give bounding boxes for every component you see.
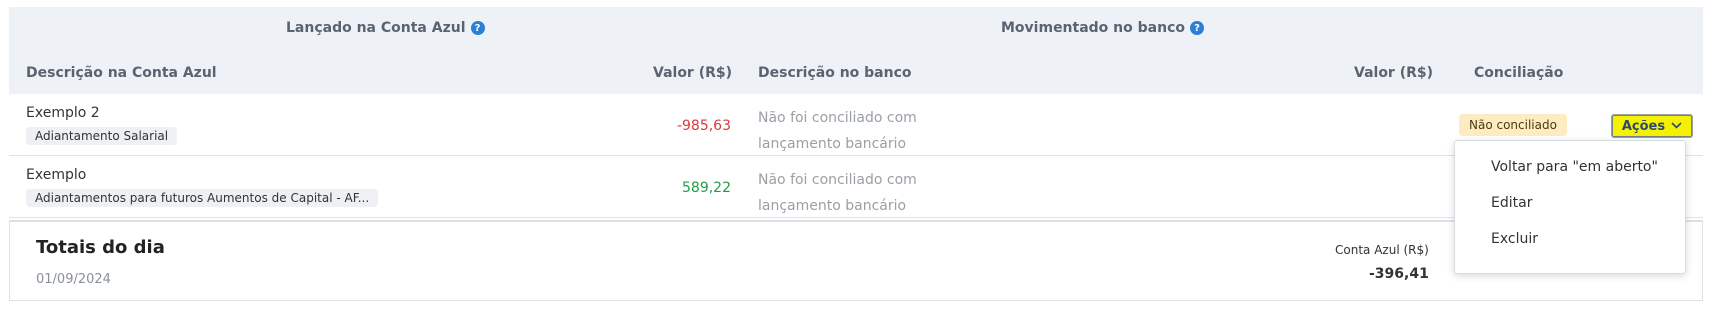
category-tag: Adiantamentos para futuros Aumentos de C… bbox=[26, 189, 379, 207]
category-tag: Adiantamento Salarial bbox=[26, 127, 178, 145]
bank-description: Não foi conciliado com lançamento bancár… bbox=[758, 110, 917, 152]
group-header: Lançado na Conta Azul ? Movimentado no b… bbox=[9, 7, 1703, 54]
totals-date: 01/09/2024 bbox=[36, 272, 111, 287]
menu-item-excluir[interactable]: Excluir bbox=[1491, 231, 1538, 247]
totals-title: Totais do dia bbox=[36, 237, 165, 258]
status-badge: Não conciliado bbox=[1459, 114, 1567, 136]
table-row[interactable]: Exemplo Adiantamentos para futuros Aumen… bbox=[9, 156, 1703, 218]
group-title-banco: Movimentado no banco ? bbox=[1001, 20, 1204, 36]
col-descricao-conta-azul[interactable]: Descrição na Conta Azul bbox=[26, 65, 217, 81]
row-title: Exemplo bbox=[26, 167, 87, 183]
table-row[interactable]: Exemplo 2 Adiantamento Salarial -985,63 … bbox=[9, 94, 1703, 156]
actions-button-label: Ações bbox=[1621, 118, 1666, 134]
group-title-conta-azul-label: Lançado na Conta Azul bbox=[286, 20, 466, 36]
amount-value: 589,22 bbox=[682, 180, 731, 196]
group-title-conta-azul: Lançado na Conta Azul ? bbox=[286, 20, 485, 36]
menu-item-editar[interactable]: Editar bbox=[1491, 195, 1532, 211]
col-descricao-banco[interactable]: Descrição no banco bbox=[758, 65, 912, 81]
totals-conta-azul-value: -396,41 bbox=[1369, 266, 1429, 282]
col-valor-conta-azul[interactable]: Valor (R$) bbox=[653, 65, 732, 81]
totals-conta-azul-label: Conta Azul (R$) bbox=[1335, 243, 1429, 257]
group-title-banco-label: Movimentado no banco bbox=[1001, 20, 1185, 36]
chevron-down-icon bbox=[1671, 121, 1682, 132]
actions-dropdown-menu: Voltar para "em aberto" Editar Excluir bbox=[1454, 140, 1686, 274]
col-conciliacao: Conciliação bbox=[1474, 65, 1564, 81]
row-title: Exemplo 2 bbox=[26, 105, 100, 121]
col-valor-banco[interactable]: Valor (R$) bbox=[1354, 65, 1433, 81]
amount-value: -985,63 bbox=[676, 118, 731, 134]
bank-description: Não foi conciliado com lançamento bancár… bbox=[758, 172, 917, 214]
column-header: Descrição na Conta Azul Valor (R$) Descr… bbox=[9, 54, 1703, 94]
help-icon[interactable]: ? bbox=[470, 21, 485, 35]
totals-panel: Totais do dia 01/09/2024 Conta Azul (R$)… bbox=[9, 220, 1703, 301]
menu-item-voltar-em-aberto[interactable]: Voltar para "em aberto" bbox=[1491, 159, 1658, 175]
actions-button[interactable]: Ações bbox=[1611, 114, 1693, 138]
help-icon[interactable]: ? bbox=[1190, 21, 1204, 35]
